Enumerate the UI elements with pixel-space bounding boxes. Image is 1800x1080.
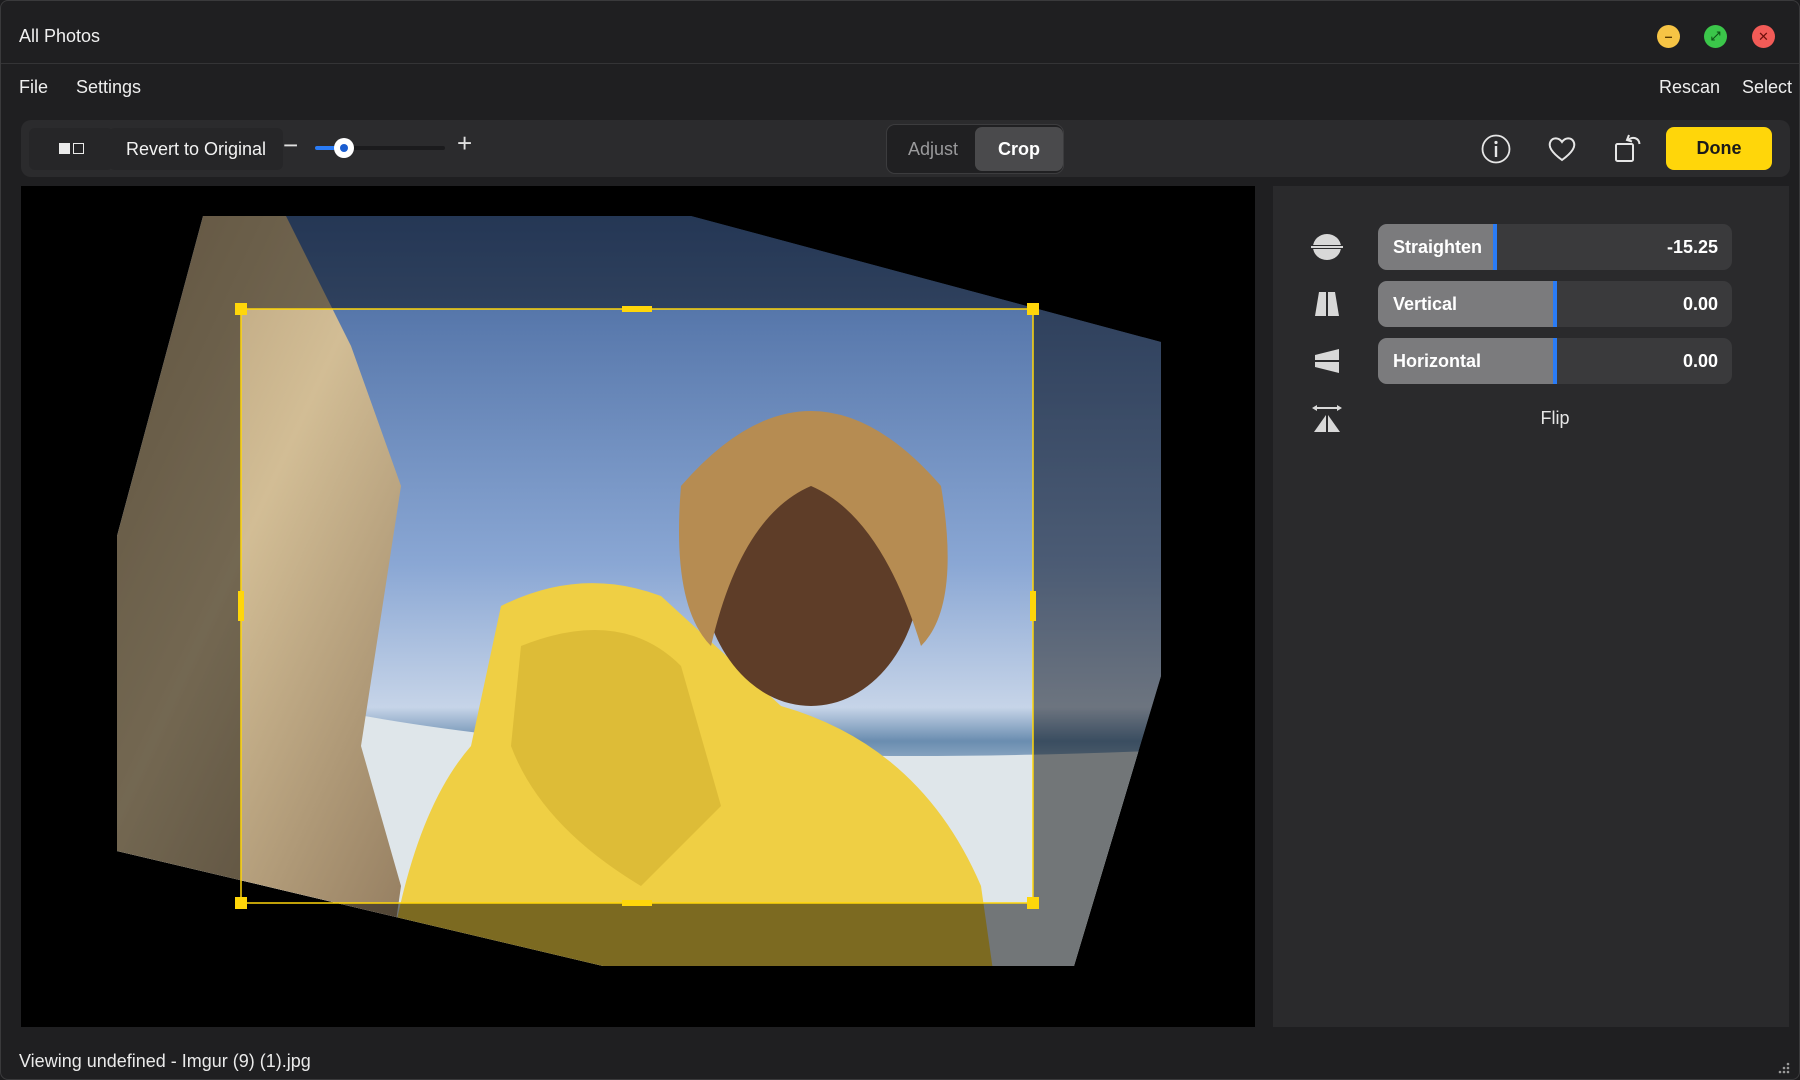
menu-settings[interactable]: Settings: [76, 77, 141, 98]
zoom-out-button[interactable]: −: [283, 130, 298, 160]
adjustment-row-vertical: Vertical 0.00: [1273, 281, 1789, 327]
menu-bar: File Settings Rescan Select: [1, 64, 1799, 110]
window-title: All Photos: [19, 26, 101, 46]
photo-preview: [117, 216, 1161, 966]
adjustment-row-horizontal: Horizontal 0.00: [1273, 338, 1789, 384]
adjustment-row-straighten: Straighten -15.25: [1273, 224, 1789, 270]
status-bar: Viewing undefined - Imgur (9) (1).jpg: [1, 1031, 1799, 1079]
crop-handle-top[interactable]: [622, 306, 652, 312]
done-button[interactable]: Done: [1666, 127, 1772, 170]
tab-crop[interactable]: Crop: [975, 127, 1063, 171]
menu-select[interactable]: Select: [1742, 77, 1792, 98]
revert-to-original-button[interactable]: Revert to Original: [109, 128, 283, 170]
straighten-slider[interactable]: Straighten -15.25: [1378, 224, 1732, 270]
vertical-slider[interactable]: Vertical 0.00: [1378, 281, 1732, 327]
menu-rescan[interactable]: Rescan: [1659, 77, 1720, 98]
close-button[interactable]: ✕: [1752, 25, 1775, 48]
flip-label[interactable]: Flip: [1378, 408, 1732, 429]
vertical-value: 0.00: [1682, 294, 1718, 314]
compare-toggle-button[interactable]: [29, 128, 113, 170]
title-bar: All Photos – ⤢ ✕: [1, 1, 1799, 64]
minimize-button[interactable]: –: [1657, 25, 1680, 48]
vertical-perspective-icon: [1315, 292, 1339, 316]
compare-icon: [59, 143, 70, 154]
photo-canvas[interactable]: [21, 186, 1255, 1027]
flip-icon[interactable]: [1311, 404, 1343, 434]
info-icon[interactable]: [1479, 132, 1513, 166]
straighten-value: -15.25: [1666, 237, 1718, 257]
crop-handle-bottom-left[interactable]: [235, 897, 247, 909]
zoom-slider-thumb[interactable]: [334, 138, 354, 158]
maximize-icon: ⤢: [1710, 29, 1721, 43]
status-text: Viewing undefined - Imgur (9) (1).jpg: [19, 1051, 311, 1071]
horizontal-perspective-icon: [1315, 349, 1339, 373]
edit-toolbar: Revert to Original − + Adjust Crop Done: [21, 120, 1790, 177]
straighten-label: Straighten: [1393, 237, 1483, 257]
flip-row[interactable]: Flip: [1273, 396, 1789, 442]
crop-handle-left[interactable]: [238, 591, 244, 621]
app-window: All Photos – ⤢ ✕ File Settings Rescan Se…: [0, 0, 1800, 1080]
minimize-icon: –: [1664, 28, 1673, 44]
horizontal-slider[interactable]: Horizontal 0.00: [1378, 338, 1732, 384]
resize-grip-icon[interactable]: [1775, 1059, 1791, 1075]
crop-handle-top-right[interactable]: [1027, 303, 1039, 315]
zoom-slider[interactable]: [315, 138, 445, 158]
maximize-button[interactable]: ⤢: [1704, 25, 1727, 48]
rotate-icon[interactable]: [1611, 132, 1645, 166]
vertical-label: Vertical: [1393, 294, 1458, 314]
mode-segmented-control: Adjust Crop: [886, 124, 1064, 174]
horizontal-slider-marker[interactable]: [1553, 338, 1557, 384]
straighten-slider-marker[interactable]: [1493, 224, 1497, 270]
tab-adjust[interactable]: Adjust: [889, 127, 977, 171]
crop-adjustment-panel: Straighten -15.25 Vertical 0.00 Horizont…: [1273, 186, 1789, 1027]
horizontal-label: Horizontal: [1393, 351, 1481, 371]
heart-icon[interactable]: [1545, 132, 1579, 166]
zoom-in-button[interactable]: +: [457, 128, 472, 158]
menu-file[interactable]: File: [19, 77, 48, 98]
crop-handle-bottom[interactable]: [622, 900, 652, 906]
crop-handle-top-left[interactable]: [235, 303, 247, 315]
horizontal-value: 0.00: [1682, 351, 1718, 371]
close-icon: ✕: [1758, 29, 1769, 44]
crop-handle-bottom-right[interactable]: [1027, 897, 1039, 909]
straighten-icon: [1311, 234, 1343, 260]
vertical-slider-marker[interactable]: [1553, 281, 1557, 327]
crop-handle-right[interactable]: [1030, 591, 1036, 621]
